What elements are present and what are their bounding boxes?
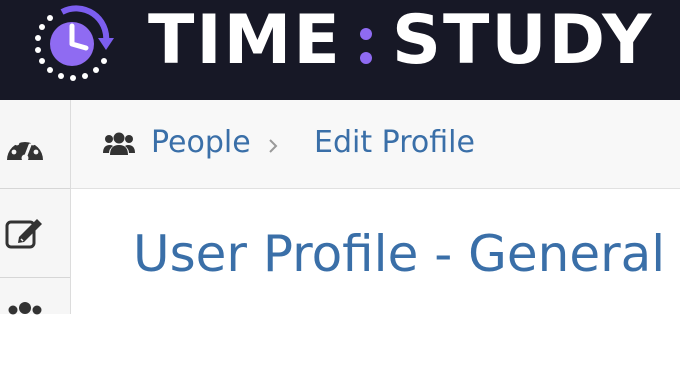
- brand-name-study: STUDY: [392, 1, 654, 80]
- chevron-right-icon: [269, 139, 278, 153]
- page-title: User Profile - General -: [133, 225, 680, 283]
- brand-name-time: TIME: [148, 1, 342, 80]
- brand-separator: [357, 22, 375, 72]
- people-icon: [103, 132, 135, 155]
- breadcrumb-item-edit-profile[interactable]: Edit Profile: [314, 100, 475, 188]
- sidebar: [0, 100, 71, 315]
- dashboard-gauge-icon: [7, 136, 43, 162]
- time-study-logo-icon[interactable]: [28, 0, 128, 86]
- breadcrumb-item-people[interactable]: People: [151, 100, 251, 188]
- sidebar-item-edit[interactable]: [0, 189, 70, 278]
- edit-icon: [5, 219, 42, 249]
- people-icon: [8, 302, 42, 315]
- app-header: TIME STUDY: [0, 0, 680, 100]
- sidebar-item-dashboard[interactable]: [0, 100, 70, 189]
- breadcrumb: People Edit Profile: [71, 100, 680, 189]
- sidebar-item-people[interactable]: [0, 278, 70, 366]
